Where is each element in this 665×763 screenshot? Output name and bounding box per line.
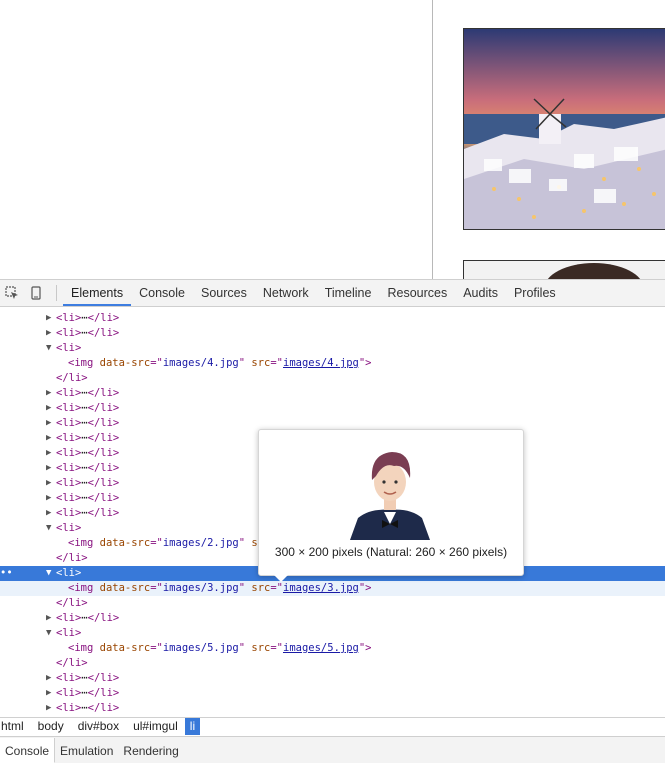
- tree-row-li-close[interactable]: </li>: [0, 596, 665, 611]
- tree-row-li-collapsed[interactable]: ▶ <li>⋯</li>: [0, 671, 665, 686]
- expand-arrow-icon[interactable]: ▶: [46, 701, 56, 716]
- tab-network[interactable]: Network: [255, 280, 317, 306]
- toolbar-separator: [56, 285, 57, 301]
- expand-arrow-icon[interactable]: ▶: [46, 686, 56, 701]
- tree-row-img[interactable]: <img data-src="images/4.jpg" src="images…: [0, 356, 665, 371]
- tree-row-li-collapsed[interactable]: ▶ <li>⋯</li>: [0, 401, 665, 416]
- tree-row-li-collapsed[interactable]: ▶ <li>⋯</li>: [0, 311, 665, 326]
- breadcrumb-body[interactable]: body: [31, 718, 71, 735]
- tree-row-li-expanded[interactable]: ▼ <li>: [0, 341, 665, 356]
- image-dimensions-caption: 300 × 200 pixels (Natural: 260 × 260 pix…: [274, 545, 508, 559]
- drawer-tab-emulation[interactable]: Emulation: [55, 738, 118, 763]
- breadcrumb-ul-imgul[interactable]: ul#imgul: [126, 718, 185, 735]
- tree-row-li-collapsed[interactable]: ▶ <li>⋯</li>: [0, 611, 665, 626]
- tree-row-img-hovered[interactable]: <img data-src="images/3.jpg" src="images…: [0, 581, 665, 596]
- breadcrumb-li[interactable]: li: [184, 718, 201, 735]
- more-options-icon[interactable]: ••: [0, 566, 13, 581]
- expand-arrow-icon[interactable]: ▶: [46, 386, 56, 401]
- expand-arrow-icon[interactable]: ▶: [46, 506, 56, 521]
- img-src-link[interactable]: images/3.jpg: [283, 582, 359, 594]
- drawer-tab-rendering[interactable]: Rendering: [118, 738, 183, 763]
- tree-row-li-close[interactable]: </li>: [0, 656, 665, 671]
- tab-resources[interactable]: Resources: [379, 280, 455, 306]
- inspect-element-icon[interactable]: [0, 280, 24, 306]
- tab-sources[interactable]: Sources: [193, 280, 255, 306]
- tree-row-li-collapsed[interactable]: ▶ <li>⋯</li>: [0, 686, 665, 701]
- expand-arrow-icon[interactable]: ▶: [46, 491, 56, 506]
- tab-profiles[interactable]: Profiles: [506, 280, 564, 306]
- expand-arrow-icon[interactable]: ▶: [46, 446, 56, 461]
- img-src-link[interactable]: images/5.jpg: [283, 642, 359, 654]
- collapse-arrow-icon[interactable]: ▼: [46, 566, 56, 581]
- tab-console[interactable]: Console: [131, 280, 193, 306]
- image-preview-thumbnail: [340, 440, 440, 540]
- expand-arrow-icon[interactable]: ▶: [46, 476, 56, 491]
- image-preview-tooltip: 300 × 200 pixels (Natural: 260 × 260 pix…: [258, 429, 524, 582]
- tree-row-li-collapsed[interactable]: ▶ <li>⋯</li>: [0, 386, 665, 401]
- santorini-photo: [463, 28, 665, 230]
- viewport-divider: [432, 0, 433, 279]
- tree-row-li-collapsed[interactable]: ▶ <li>⋯</li>: [0, 326, 665, 341]
- expand-arrow-icon[interactable]: ▶: [46, 326, 56, 341]
- devtools-toolbar: Elements Console Sources Network Timelin…: [0, 279, 665, 307]
- collapse-arrow-icon[interactable]: ▼: [46, 626, 56, 641]
- page-viewport: [0, 0, 665, 279]
- tree-row-li-close[interactable]: </li>: [0, 371, 665, 386]
- tooltip-arrow: [274, 575, 288, 582]
- device-mode-icon[interactable]: [24, 280, 48, 306]
- expand-arrow-icon[interactable]: ▶: [46, 461, 56, 476]
- tree-row-img[interactable]: <img data-src="images/5.jpg" src="images…: [0, 641, 665, 656]
- tab-audits[interactable]: Audits: [455, 280, 506, 306]
- breadcrumb-html[interactable]: html: [0, 718, 31, 735]
- drawer-tab-console[interactable]: Console: [0, 737, 56, 763]
- collapse-arrow-icon[interactable]: ▼: [46, 521, 56, 536]
- tab-elements[interactable]: Elements: [63, 280, 132, 306]
- expand-arrow-icon[interactable]: ▶: [46, 611, 56, 626]
- expand-arrow-icon[interactable]: ▶: [46, 311, 56, 326]
- drawer-tabs: Console Emulation Rendering: [0, 736, 665, 763]
- img-src-link[interactable]: images/4.jpg: [283, 357, 359, 369]
- expand-arrow-icon[interactable]: ▶: [46, 416, 56, 431]
- expand-arrow-icon[interactable]: ▶: [46, 401, 56, 416]
- breadcrumb-div-box[interactable]: div#box: [71, 718, 126, 735]
- expand-arrow-icon[interactable]: ▶: [46, 671, 56, 686]
- tab-timeline[interactable]: Timeline: [317, 280, 380, 306]
- collapse-arrow-icon[interactable]: ▼: [46, 341, 56, 356]
- breadcrumb: html body div#box ul#imgul li: [0, 717, 665, 735]
- tree-row-li-expanded[interactable]: ▼ <li>: [0, 626, 665, 641]
- person-photo-partial: [463, 260, 665, 279]
- expand-arrow-icon[interactable]: ▶: [46, 431, 56, 446]
- tree-row-li-collapsed[interactable]: ▶ <li>⋯</li>: [0, 701, 665, 716]
